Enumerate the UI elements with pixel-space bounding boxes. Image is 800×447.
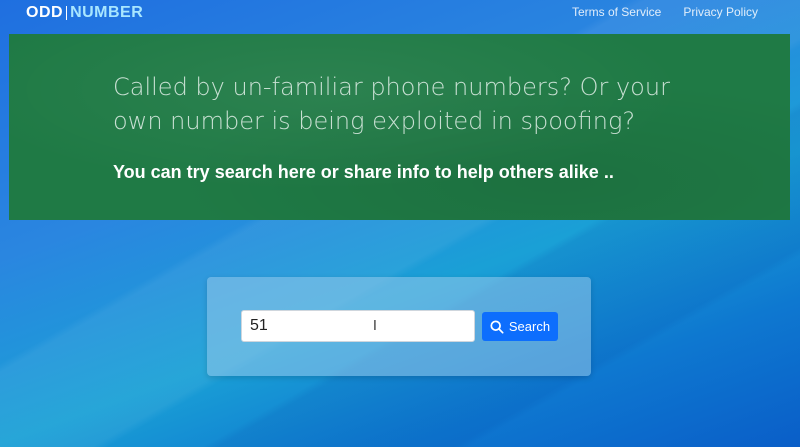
site-logo[interactable]: ODD NUMBER bbox=[26, 4, 143, 22]
top-navbar: ODD NUMBER Terms of Service Privacy Poli… bbox=[0, 0, 800, 26]
hero-subline: You can try search here or share info to… bbox=[113, 162, 614, 182]
top-nav-links: Terms of Service Privacy Policy bbox=[572, 5, 758, 19]
terms-of-service-link[interactable]: Terms of Service bbox=[572, 5, 661, 19]
search-card: I Search bbox=[207, 277, 591, 376]
logo-divider bbox=[66, 6, 68, 20]
phone-number-search-input[interactable] bbox=[241, 310, 475, 342]
hero-banner: Called by un-familiar phone numbers? Or … bbox=[9, 34, 790, 220]
logo-text-odd: ODD bbox=[26, 4, 64, 21]
search-button-label: Search bbox=[508, 319, 551, 334]
privacy-policy-link[interactable]: Privacy Policy bbox=[683, 5, 758, 19]
hero-headline: Called by un-familiar phone numbers? Or … bbox=[113, 73, 670, 135]
search-icon bbox=[490, 319, 504, 334]
logo-text-number: NUMBER bbox=[70, 4, 144, 21]
search-button[interactable]: Search bbox=[482, 312, 558, 341]
